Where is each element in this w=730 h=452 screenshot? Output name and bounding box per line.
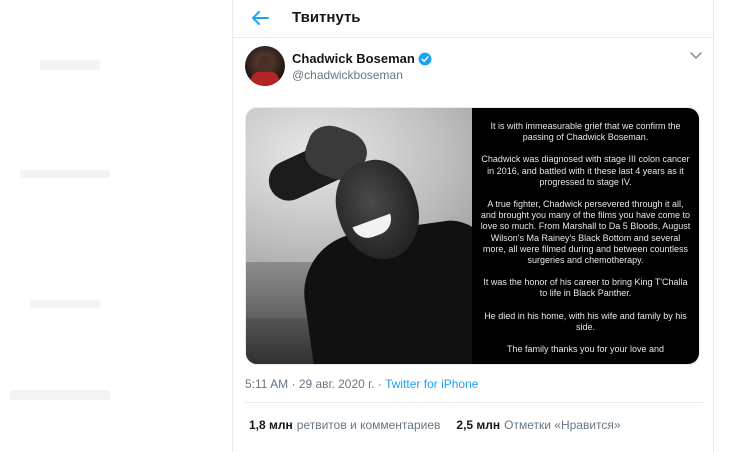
divider [245,402,703,403]
tweet-time[interactable]: 5:11 AM [245,377,288,391]
chevron-down-icon[interactable] [689,50,703,62]
page-title: Твитнуть [292,9,361,26]
likes-label: Отметки «Нравится» [504,418,621,432]
statement-paragraph: He died in his home, with his wife and f… [484,310,687,332]
author-handle[interactable]: @chadwickboseman [292,68,403,82]
tweet-photo[interactable] [246,108,472,364]
background-right [715,0,730,452]
tweet-column: Твитнуть Chadwick Boseman @chadwickbosem… [232,0,714,452]
statement-paragraph: The family thanks you for your love and [506,344,665,355]
arrow-left-icon [252,11,269,25]
statement-paragraph: It is with immeasurable grief that we co… [490,121,681,143]
tweet-media[interactable]: It is with immeasurable grief that we co… [245,107,700,365]
meta-separator: · [288,377,299,391]
tweet-date[interactable]: 29 авг. 2020 г. [299,377,375,391]
author-name-row: Chadwick Boseman [292,51,432,66]
statement-paragraph: Chadwick was diagnosed with stage III co… [481,154,690,187]
tweet-meta: 5:11 AM · 29 авг. 2020 г. · Twitter for … [245,377,478,391]
page-header: Твитнуть [233,0,713,38]
retweets-stat[interactable]: 1,8 млн ретвитов и комментариев [249,418,440,432]
background-left [0,0,232,452]
retweets-label: ретвитов и комментариев [296,418,441,432]
retweets-count: 1,8 млн [249,418,293,432]
tweet-stats: 1,8 млн ретвитов и комментариев 2,5 млн … [249,418,621,432]
author-display-name[interactable]: Chadwick Boseman [292,51,415,66]
tweet-source-link[interactable]: Twitter for iPhone [385,377,478,391]
likes-stat[interactable]: 2,5 млн Отметки «Нравится» [456,418,620,432]
tweet-author: Chadwick Boseman @chadwickboseman [245,46,705,90]
likes-count: 2,5 млн [456,418,501,432]
meta-separator: · [374,377,386,391]
statement-paragraph: A true fighter, Chadwick persevered thro… [480,199,691,266]
verified-badge-icon [418,52,432,65]
tweet-statement-image[interactable]: It is with immeasurable grief that we co… [471,108,699,364]
statement-paragraph: It was the honor of his career to bring … [483,277,688,299]
back-button[interactable] [249,8,271,28]
avatar[interactable] [245,46,285,86]
